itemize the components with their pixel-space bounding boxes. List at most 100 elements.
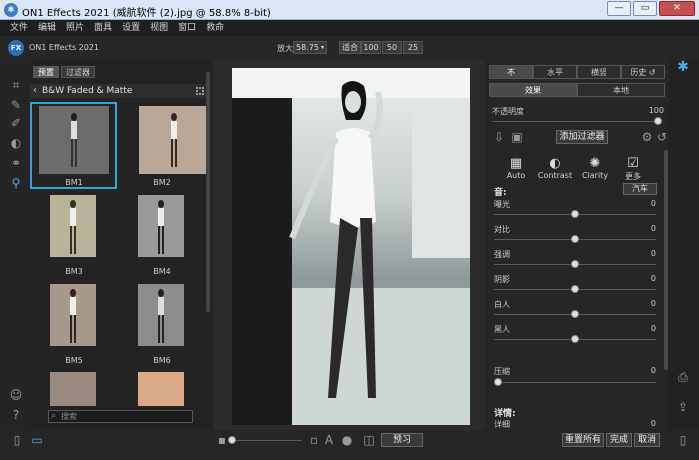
mode-auto-label: Auto [506,171,526,180]
before-after-icon[interactable]: ◫ [362,433,376,447]
mode-clarity[interactable]: ✺ Clarity [577,156,613,180]
menu-help[interactable]: 救命 [206,20,224,36]
menu-window[interactable]: 窗口 [178,20,196,36]
compress-slider[interactable] [494,382,656,383]
zoom-50-button[interactable]: 50 [382,41,402,54]
tone-slider-knob[interactable] [571,285,579,293]
layer-icon[interactable]: ⇩ [492,130,506,144]
zoom-100-button[interactable]: 100 [361,41,381,54]
preset-thumb-bm2[interactable] [139,106,209,174]
detail-label: 详细 [494,420,510,429]
title-bar: ✱ ON1 Effects 2021 (威航软件 (2).jpg @ 58.8%… [0,0,699,20]
auto-tone-button[interactable]: 汽车 [623,183,657,195]
thumb-small-icon[interactable]: ▪ [215,433,229,447]
edited-photo[interactable] [232,68,470,425]
tone-slider-label: 黑人 [494,325,510,334]
zoom-select[interactable]: 58.75 ▾ [293,41,327,54]
minimize-button[interactable]: — [607,1,631,16]
compress-slider-knob[interactable] [494,378,502,386]
browser-scrollbar[interactable] [206,72,210,312]
woman-figure-icon [158,200,164,254]
crop-icon[interactable]: ⌗ [9,78,23,92]
search-input[interactable]: ⌕ 搜索 [48,410,193,423]
woman-figure-icon [70,200,76,254]
maximize-button[interactable]: ▭ [633,1,657,16]
retouch-icon[interactable]: ⚭ [9,156,23,170]
menu-edit[interactable]: 编辑 [38,20,56,36]
effects-module-icon[interactable]: ✱ [676,60,690,74]
preset-thumb-bm8[interactable] [138,372,184,406]
opacity-slider-knob[interactable] [654,117,662,125]
mode-contrast[interactable]: ◐ Contrast [537,156,573,180]
preset-thumb-bm7[interactable] [50,372,96,406]
close-button[interactable]: ✕ [659,1,695,16]
brush-icon[interactable]: ✎ [9,98,23,112]
preset-label-bm1: BM1 [65,178,83,187]
menu-settings[interactable]: 设置 [122,20,140,36]
chevron-down-icon: ▾ [320,44,324,51]
gradient-icon[interactable]: ◐ [9,136,23,150]
print-icon[interactable]: ⎙ [676,370,690,384]
add-filter-button[interactable]: 添加过滤器 [556,130,608,144]
menu-file[interactable]: 文件 [10,20,28,36]
mask-brush-icon[interactable]: ✐ [9,116,23,130]
tone-slider-value: 0 [650,249,656,258]
mode-more[interactable]: ☑ 更多 [615,156,651,182]
reset-all-button[interactable]: 重置所有 [562,433,604,447]
preview-button[interactable]: 预习 [381,433,423,447]
zoom-tool-icon[interactable]: ⚲ [9,176,23,190]
share-icon[interactable]: ⇪ [676,400,690,414]
tone-slider-knob[interactable] [571,235,579,243]
tab-history[interactable]: 历史 ↺ [621,65,665,79]
panel-toggle-icon[interactable]: ▯ [10,433,24,447]
opacity-slider[interactable] [492,121,662,122]
woman-figure-icon [171,113,177,167]
grid-view-icon[interactable] [196,87,204,95]
panel-scrollbar[interactable] [664,150,668,370]
preset-thumb-bm3[interactable] [50,195,96,257]
preset-thumb-bm6[interactable] [138,284,184,346]
search-placeholder: 搜索 [61,412,77,421]
back-arrow-icon[interactable]: ‹ [33,85,37,96]
tone-slider-knob[interactable] [571,335,579,343]
preset-thumb-bm5[interactable] [50,284,96,346]
reset-icon[interactable]: ↺ [655,130,669,144]
tab-view-vertical[interactable]: 横竖 [577,65,621,79]
tab-view-horizontal[interactable]: 水平 [533,65,577,79]
menu-view[interactable]: 视图 [150,20,168,36]
category-header[interactable]: ‹ B&W Faded & Matte [30,84,210,98]
tab-view-none[interactable]: 不 [489,65,533,79]
zoom-fit-button[interactable]: 适合 [339,41,361,54]
thumb-size-knob[interactable] [228,436,236,444]
tone-slider-knob[interactable] [571,210,579,218]
preset-thumb-bm4[interactable] [138,195,184,257]
text-overlay-icon[interactable]: A [322,433,336,447]
browser-toggle-icon[interactable]: ▭ [30,433,44,447]
tab-effects[interactable]: 效果 [489,83,577,97]
tone-slider-knob[interactable] [571,310,579,318]
right-panel-toggle-icon[interactable]: ▯ [676,433,690,447]
cancel-button[interactable]: 取消 [634,433,660,447]
tone-slider-knob[interactable] [571,260,579,268]
tab-history-label: 历史 [630,68,647,77]
help-icon[interactable]: ? [9,408,23,422]
done-button[interactable]: 完成 [606,433,632,447]
zoom-25-button[interactable]: 25 [403,41,423,54]
compare-icon[interactable]: ▫ [307,433,321,447]
tab-presets[interactable]: 预置 [33,66,59,78]
mask-view-icon[interactable]: ● [340,433,354,447]
thumb-size-slider[interactable] [232,440,302,441]
mode-auto[interactable]: ▦ Auto [498,156,534,180]
menu-photo[interactable]: 照片 [66,20,84,36]
tab-local[interactable]: 本地 [577,83,665,97]
mask-icon[interactable]: ▣ [510,130,524,144]
tab-filters[interactable]: 过滤器 [61,66,95,78]
tool-strip: ⌗ ✎ ✐ ◐ ⚭ ⚲ ☺ ? [0,60,30,430]
settings-icon[interactable]: ⚙ [640,130,654,144]
menu-mask[interactable]: 面具 [94,20,112,36]
people-icon[interactable]: ☺ [9,388,23,402]
tone-slider-value: 0 [650,274,656,283]
more-icon: ☑ [627,156,639,171]
fx-logo: FX [8,40,24,56]
contrast-icon: ◐ [549,156,561,171]
